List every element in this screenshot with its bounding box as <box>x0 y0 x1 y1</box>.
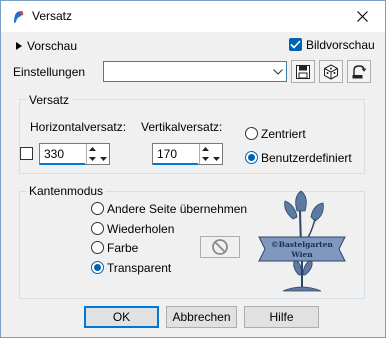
horizontal-offset-label: Horizontalversatz: <box>30 120 127 134</box>
edge-mode-legend: Kantenmodus <box>26 184 107 198</box>
vertical-offset-field[interactable]: 170 <box>152 143 223 165</box>
spin-up-icon[interactable] <box>200 144 210 154</box>
color-label: Farbe <box>107 241 139 255</box>
ok-label: OK <box>112 310 131 324</box>
chevron-down-icon[interactable] <box>269 62 286 81</box>
edge-color-swatch[interactable] <box>200 236 240 258</box>
radio-empty-icon <box>245 127 258 140</box>
watermark-image: ©Bastelgarten Wien <box>253 187 351 299</box>
vertical-offset-value: 170 <box>157 147 178 161</box>
vertical-spinner[interactable] <box>199 144 210 164</box>
checkbox-checked-icon <box>289 38 302 51</box>
radio-empty-icon <box>91 241 104 254</box>
image-preview-label: Bildvorschau <box>306 38 375 52</box>
cancel-button[interactable]: Abbrechen <box>166 306 237 328</box>
close-button[interactable] <box>339 1 385 32</box>
offset-group-legend: Versatz <box>26 93 73 107</box>
radio-wrap-other-side[interactable]: Andere Seite übernehmen <box>91 202 251 217</box>
field-focus-underline <box>153 163 198 165</box>
centered-label: Zentriert <box>261 127 306 141</box>
paintshop-icon <box>14 11 24 23</box>
horizontal-offset-field[interactable]: 330 <box>39 143 110 165</box>
preview-label: Vorschau <box>27 39 78 53</box>
save-settings-button[interactable] <box>291 60 315 83</box>
horizontal-offset-value: 330 <box>44 147 65 161</box>
help-button[interactable]: Hilfe <box>244 306 319 328</box>
link-offsets-checkbox[interactable] <box>20 147 33 160</box>
wrap-other-side-label: Andere Seite übernehmen <box>107 202 248 216</box>
transparent-label: Transparent <box>107 261 172 275</box>
no-color-icon <box>212 239 228 255</box>
dialog-window: Versatz Vorschau Bildvorschau Einstellun… <box>0 0 386 338</box>
reset-icon <box>352 64 367 78</box>
vertical-offset-label: Vertikalversatz: <box>141 120 223 134</box>
dropdown-arrow-icon[interactable] <box>100 150 107 164</box>
radio-color[interactable]: Farbe <box>91 241 161 256</box>
radio-centered[interactable]: Zentriert <box>245 127 355 142</box>
watermark-line2: Wien <box>290 250 313 259</box>
help-label: Hilfe <box>269 310 294 324</box>
radio-empty-icon <box>91 222 104 235</box>
watermark-line1: ©Bastelgarten <box>271 240 333 249</box>
radio-transparent[interactable]: Transparent <box>91 261 181 276</box>
radio-repeat[interactable]: Wiederholen <box>91 222 201 237</box>
image-preview-checkbox[interactable]: Bildvorschau <box>289 38 379 54</box>
spin-down-icon[interactable] <box>87 154 97 164</box>
dice-icon <box>324 63 338 80</box>
settings-label: Einstellungen <box>13 65 86 79</box>
dropdown-arrow-icon[interactable] <box>213 150 220 164</box>
spin-down-icon[interactable] <box>200 154 210 164</box>
custom-label: Benutzerdefiniert <box>261 151 352 165</box>
radio-empty-icon <box>91 202 104 215</box>
flower-watermark-icon: ©Bastelgarten Wien <box>258 190 346 292</box>
radio-custom[interactable]: Benutzerdefiniert <box>245 151 360 166</box>
triangle-right-icon <box>16 42 22 50</box>
close-icon <box>356 11 368 22</box>
settings-combo[interactable] <box>103 61 287 82</box>
ok-button[interactable]: OK <box>84 306 159 328</box>
floppy-save-icon <box>296 64 310 79</box>
field-focus-underline <box>40 163 85 165</box>
title-bar[interactable]: Versatz <box>1 1 385 32</box>
horizontal-spinner[interactable] <box>86 144 97 164</box>
radio-selected-icon <box>245 151 258 164</box>
window-title: Versatz <box>32 9 73 23</box>
radio-selected-icon <box>91 261 104 274</box>
cancel-label: Abbrechen <box>172 310 231 324</box>
spin-up-icon[interactable] <box>87 144 97 154</box>
randomize-button[interactable] <box>319 60 343 83</box>
repeat-label: Wiederholen <box>107 222 175 236</box>
reset-button[interactable] <box>347 60 371 83</box>
